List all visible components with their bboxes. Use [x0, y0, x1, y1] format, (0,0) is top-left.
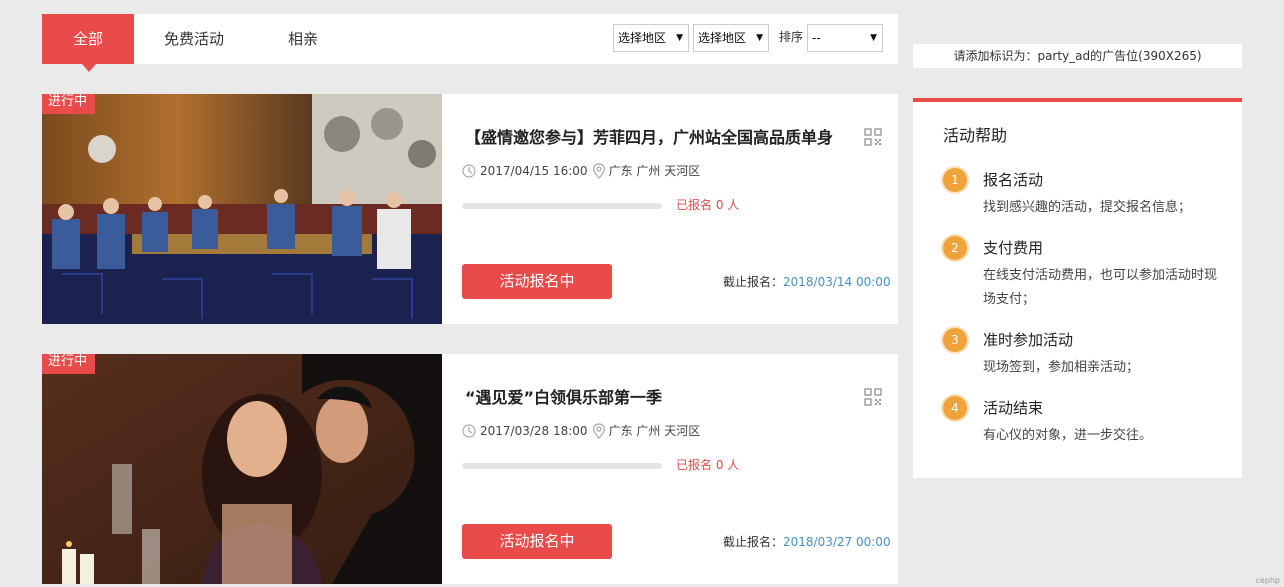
qr-code-icon[interactable]	[864, 128, 882, 146]
event-location: 广东 广州 天河区	[608, 164, 701, 178]
event-card: 进行中 “遇见爱”白领俱乐部第一季 2017/03/28 18:00 广东 广州…	[42, 354, 898, 584]
status-badge: 进行中	[42, 94, 96, 114]
tab-free-events[interactable]: 免费活动	[164, 14, 224, 64]
step-title: 支付费用	[983, 239, 1044, 257]
step-number: 2	[943, 236, 967, 260]
enrollment-count: 已报名 0 人	[676, 458, 740, 472]
dropdown-arrow-icon: ▼	[676, 33, 683, 43]
event-datetime: 2017/03/28 18:00	[480, 423, 588, 438]
location-pin-icon	[592, 422, 605, 439]
step-title: 活动结束	[983, 399, 1044, 417]
region-select-1[interactable]: 选择地区 ▼	[613, 24, 689, 52]
event-photo[interactable]: 进行中	[42, 354, 442, 584]
step-description: 有心仪的对象，进一步交往。	[983, 428, 1153, 443]
region-select-2-value: 选择地区	[698, 31, 747, 45]
location-pin-icon	[592, 162, 605, 179]
step-title: 准时参加活动	[983, 331, 1074, 349]
event-location: 广东 广州 天河区	[608, 424, 701, 438]
filter-bar: 全部 免费活动 相亲 选择地区 ▼ 选择地区 ▼ 排序 -- ▼	[42, 14, 898, 72]
signup-button[interactable]: 活动报名中	[462, 264, 612, 299]
enrollment-count: 已报名 0 人	[676, 198, 740, 212]
event-datetime: 2017/04/15 16:00	[480, 163, 588, 178]
clock-icon	[462, 423, 476, 438]
region-select-1-value: 选择地区	[618, 31, 667, 45]
step-description: 找到感兴趣的活动，提交报名信息；	[983, 200, 1192, 215]
event-card: 进行中 【盛情邀您参与】芳菲四月，广州站全国高品质单身 2017/04/15 1…	[42, 94, 898, 324]
step-number: 1	[943, 168, 967, 192]
enrollment-progress-bar	[462, 203, 662, 209]
step-title: 报名活动	[983, 171, 1044, 189]
deadline-value: 2018/03/14 00:00	[783, 275, 891, 289]
step-description: 在线支付活动费用，也可以参加活动时现场支付；	[983, 268, 1218, 307]
region-select-2[interactable]: 选择地区 ▼	[693, 24, 769, 52]
enrollment-progress-bar	[462, 463, 662, 469]
sort-label: 排序	[779, 30, 804, 44]
tab-matchmaking[interactable]: 相亲	[288, 14, 318, 64]
tab-all[interactable]: 全部	[42, 14, 134, 72]
event-meta: 2017/04/15 16:00 广东 广州 天河区	[462, 162, 700, 179]
dropdown-arrow-icon: ▼	[756, 33, 763, 43]
signup-deadline: 截止报名：2018/03/14 00:00	[723, 273, 891, 290]
qr-code-icon[interactable]	[864, 388, 882, 406]
signup-button[interactable]: 活动报名中	[462, 524, 612, 559]
step-number: 3	[943, 328, 967, 352]
sort-select-value: --	[812, 31, 821, 45]
help-panel: 活动帮助 1 报名活动 找到感兴趣的活动，提交报名信息； 2 支付费用 在线支付…	[913, 98, 1242, 478]
dropdown-arrow-icon: ▼	[870, 33, 877, 43]
event-title[interactable]: 【盛情邀您参与】芳菲四月，广州站全国高品质单身	[465, 124, 833, 148]
step-description: 现场签到，参加相亲活动；	[983, 360, 1140, 375]
corner-logo: cephp	[1255, 576, 1280, 585]
clock-icon	[462, 163, 476, 178]
help-title: 活动帮助	[943, 126, 1008, 145]
deadline-label: 截止报名：	[723, 275, 784, 289]
event-meta: 2017/03/28 18:00 广东 广州 天河区	[462, 422, 700, 439]
event-photo[interactable]: 进行中	[42, 94, 442, 324]
signup-deadline: 截止报名：2018/03/27 00:00	[723, 533, 891, 550]
deadline-label: 截止报名：	[723, 535, 784, 549]
event-title[interactable]: “遇见爱”白领俱乐部第一季	[465, 384, 662, 408]
deadline-value: 2018/03/27 00:00	[783, 535, 891, 549]
ad-placeholder[interactable]: 请添加标识为：party_ad的广告位(390X265)	[913, 44, 1242, 68]
step-number: 4	[943, 396, 967, 420]
sort-select[interactable]: -- ▼	[807, 24, 883, 52]
status-badge: 进行中	[42, 354, 96, 374]
